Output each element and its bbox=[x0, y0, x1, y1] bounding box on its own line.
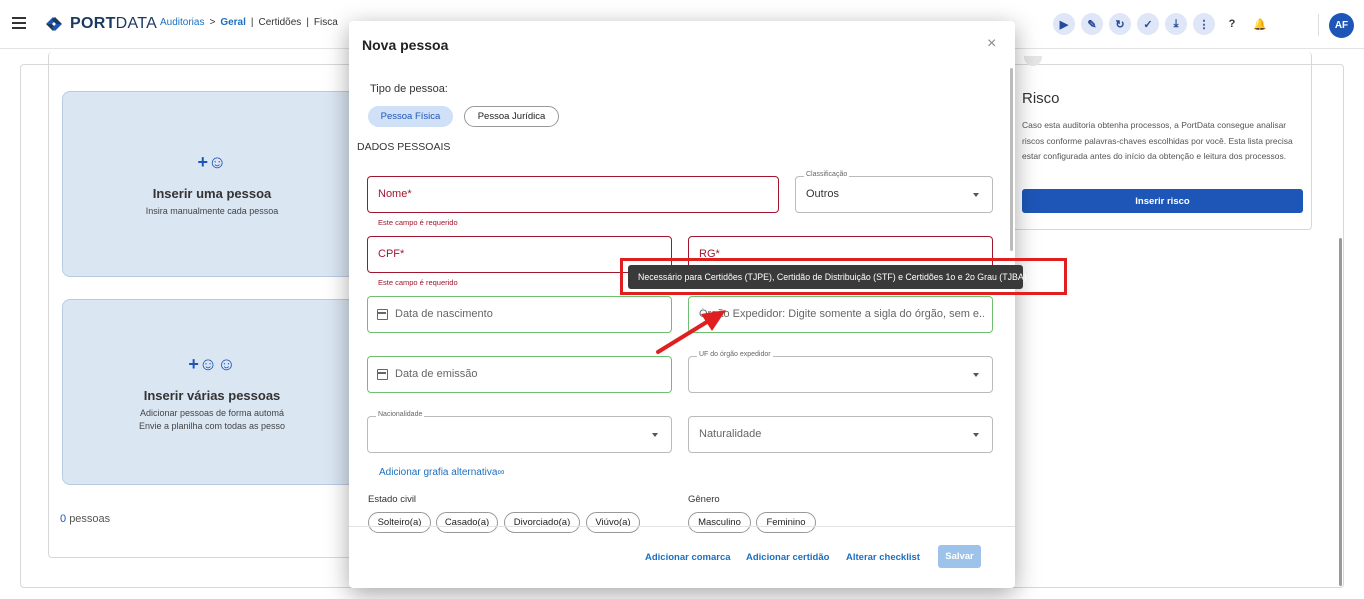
marital-status-label: Estado civil bbox=[368, 494, 417, 505]
nationality-select[interactable]: Nacionalidade bbox=[367, 411, 672, 453]
chip-divorciado[interactable]: Divorciado(a) bbox=[504, 512, 580, 533]
add-alternative-spelling-link[interactable]: Adicionar grafia alternativa∞ bbox=[379, 467, 505, 478]
chip-viuvo[interactable]: Viúvo(a) bbox=[586, 512, 640, 533]
chevron-down-icon bbox=[973, 193, 979, 197]
refresh-icon[interactable]: ↻ bbox=[1109, 13, 1131, 35]
dialog-footer-divider bbox=[349, 526, 1015, 527]
add-person-icon: +☺ bbox=[197, 152, 227, 172]
add-district-button[interactable]: Adicionar comarca bbox=[645, 552, 731, 563]
play-icon[interactable]: ▶ bbox=[1053, 13, 1075, 35]
insert-risk-button[interactable]: Inserir risco bbox=[1022, 189, 1303, 213]
bell-icon[interactable]: 🔔 bbox=[1249, 13, 1271, 35]
edit-icon[interactable]: ✎ bbox=[1081, 13, 1103, 35]
chip-feminino[interactable]: Feminino bbox=[756, 512, 816, 533]
classification-select[interactable]: Classificação Outros bbox=[795, 171, 993, 213]
chip-pessoa-juridica[interactable]: Pessoa Jurídica bbox=[464, 106, 559, 127]
issuing-agency-field[interactable]: Órgão Expedidor: Digite somente a sigla … bbox=[688, 296, 993, 333]
breadcrumb-geral[interactable]: Geral bbox=[220, 17, 246, 28]
logo-icon bbox=[46, 17, 62, 31]
issuer-state-select[interactable]: UF do órgão expedidor bbox=[688, 351, 993, 393]
download-icon[interactable]: ⤓ bbox=[1165, 13, 1187, 35]
people-count: 0 pessoas bbox=[60, 513, 111, 525]
risk-title: Risco bbox=[1022, 90, 1060, 107]
calendar-icon bbox=[377, 309, 388, 320]
dialog-title: Nova pessoa bbox=[362, 37, 449, 53]
breadcrumb-fiscal[interactable]: Fisca bbox=[314, 17, 338, 28]
breadcrumb-certidoes[interactable]: Certidões bbox=[259, 17, 302, 28]
menu-icon[interactable] bbox=[12, 17, 26, 29]
name-field[interactable]: Nome* bbox=[367, 176, 779, 213]
gender-label: Gênero bbox=[688, 494, 720, 505]
breadcrumb: Auditorias > Geral | Certidões | Fisca bbox=[160, 17, 338, 28]
avatar[interactable]: AF bbox=[1329, 13, 1354, 38]
add-group-icon: +☺☺ bbox=[188, 354, 236, 374]
card-title: Inserir uma pessoa bbox=[152, 186, 272, 201]
breadcrumb-auditorias[interactable]: Auditorias bbox=[160, 17, 204, 28]
insert-person-card[interactable]: +☺ Inserir uma pessoa Insira manualmente… bbox=[62, 91, 362, 277]
insert-many-people-card[interactable]: +☺☺ Inserir várias pessoas Adicionar pes… bbox=[62, 299, 362, 485]
cpf-error: Este campo é requerido bbox=[378, 278, 458, 287]
chip-casado[interactable]: Casado(a) bbox=[436, 512, 498, 533]
chevron-down-icon bbox=[652, 433, 658, 437]
add-certificate-button[interactable]: Adicionar certidão bbox=[746, 552, 829, 563]
issue-date-field[interactable]: Data de emissão bbox=[367, 356, 672, 393]
toolbar-icons: ▶ ✎ ↻ ✓ ⤓ ⋮ ? 🔔 bbox=[1053, 13, 1271, 35]
section-title: DADOS PESSOAIS bbox=[357, 141, 451, 153]
birthplace-select[interactable]: Naturalidade bbox=[688, 416, 993, 453]
logo-text: PORTDATA bbox=[70, 15, 158, 32]
shield-check-icon[interactable]: ✓ bbox=[1137, 13, 1159, 35]
page-scrollbar[interactable] bbox=[1339, 238, 1342, 586]
chevron-down-icon bbox=[973, 433, 979, 437]
chip-solteiro[interactable]: Solteiro(a) bbox=[368, 512, 431, 533]
annotation-arrow-icon bbox=[656, 310, 726, 354]
card-subtitle: Adicionar pessoas de forma automá Envie a… bbox=[138, 408, 286, 431]
calendar-icon bbox=[377, 369, 388, 380]
logo[interactable]: PORTDATA bbox=[44, 14, 157, 34]
risk-description: Caso esta auditoria obtenha processos, a… bbox=[1022, 120, 1293, 161]
name-error: Este campo é requerido bbox=[378, 218, 458, 227]
chip-masculino[interactable]: Masculino bbox=[688, 512, 751, 533]
close-icon[interactable]: × bbox=[987, 35, 996, 53]
link-icon: ∞ bbox=[497, 467, 505, 478]
card-subtitle: Insira manualmente cada pessoa bbox=[145, 206, 279, 216]
breadcrumb-divider: | bbox=[250, 17, 254, 28]
dialog-scrollbar[interactable] bbox=[1010, 68, 1013, 251]
card-title: Inserir várias pessoas bbox=[143, 388, 281, 403]
save-button[interactable]: Salvar bbox=[938, 545, 981, 568]
chip-pessoa-fisica[interactable]: Pessoa Física bbox=[368, 106, 453, 127]
help-icon[interactable]: ? bbox=[1221, 13, 1243, 35]
change-checklist-button[interactable]: Alterar checklist bbox=[846, 552, 920, 563]
more-vertical-icon[interactable]: ⋮ bbox=[1193, 13, 1215, 35]
divider bbox=[1318, 14, 1319, 36]
birth-date-field[interactable]: Data de nascimento bbox=[367, 296, 672, 333]
person-type-label: Tipo de pessoa: bbox=[370, 83, 448, 95]
breadcrumb-separator: > bbox=[209, 17, 216, 28]
breadcrumb-divider: | bbox=[306, 17, 309, 28]
chevron-down-icon bbox=[973, 373, 979, 377]
